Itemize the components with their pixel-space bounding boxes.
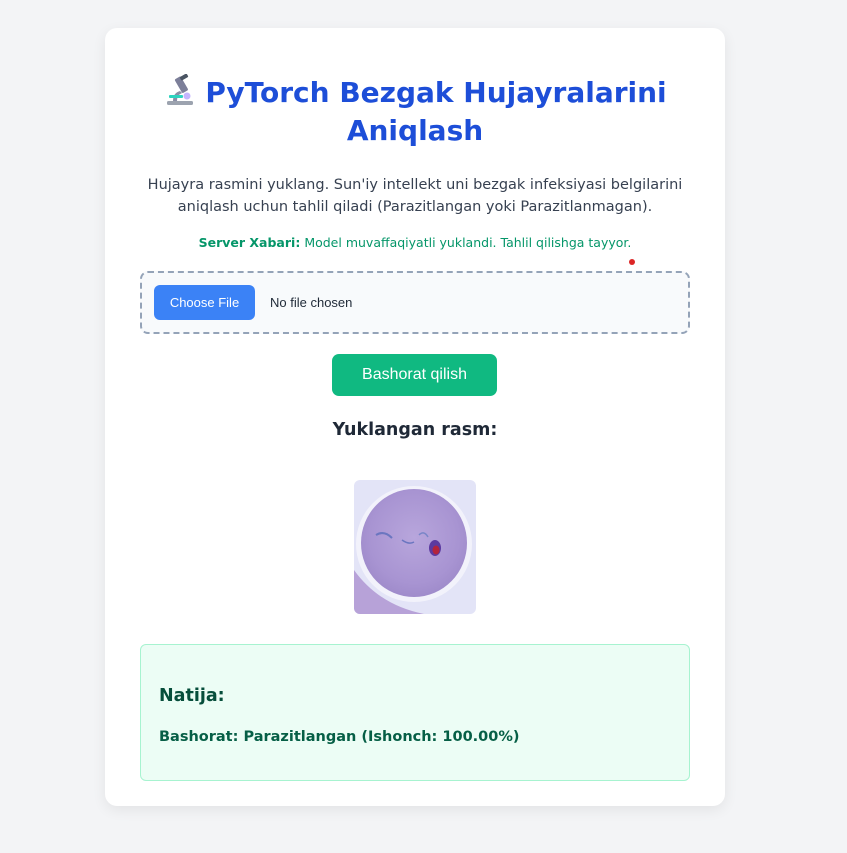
uploaded-cell-image [354,480,476,614]
page-title: PyTorch Bezgak Hujayralarini Aniqlash [105,74,725,150]
result-panel: Natija: Bashorat: Parazitlangan (Ishonch… [140,644,690,781]
server-message-label: Server Xabari: [198,235,301,250]
cell-image-graphic [354,480,476,614]
uploaded-image-heading: Yuklangan rasm: [332,420,498,440]
server-message-text: Model muvaffaqiyatli yuklandi. Tahlil qi… [304,235,632,250]
file-upload-area[interactable]: Choose File No file chosen [140,271,690,334]
title-line-2: Aniqlash [346,114,484,147]
description: Hujayra rasmini yuklang. Sun'iy intellek… [145,174,685,218]
prediction-result: Bashorat: Parazitlangan (Ishonch: 100.00… [159,729,520,745]
predict-button[interactable]: Bashorat qilish [332,354,497,396]
description-line-1: Hujayra rasmini yuklang. Sun'iy intellek… [147,177,683,193]
description-line-2: aniqlash uchun tahlil qiladi (Parazitlan… [177,199,653,215]
cursor-dot [629,259,635,265]
main-card: PyTorch Bezgak Hujayralarini Aniqlash Hu… [105,28,725,806]
microscope-icon [167,74,194,105]
choose-file-button[interactable]: Choose File [154,285,255,320]
title-line-1: PyTorch Bezgak Hujayralarini [205,76,667,109]
server-message: Server Xabari: Model muvaffaqiyatli yukl… [105,234,725,252]
result-title: Natija: [159,686,225,706]
file-status: No file chosen [270,295,353,310]
